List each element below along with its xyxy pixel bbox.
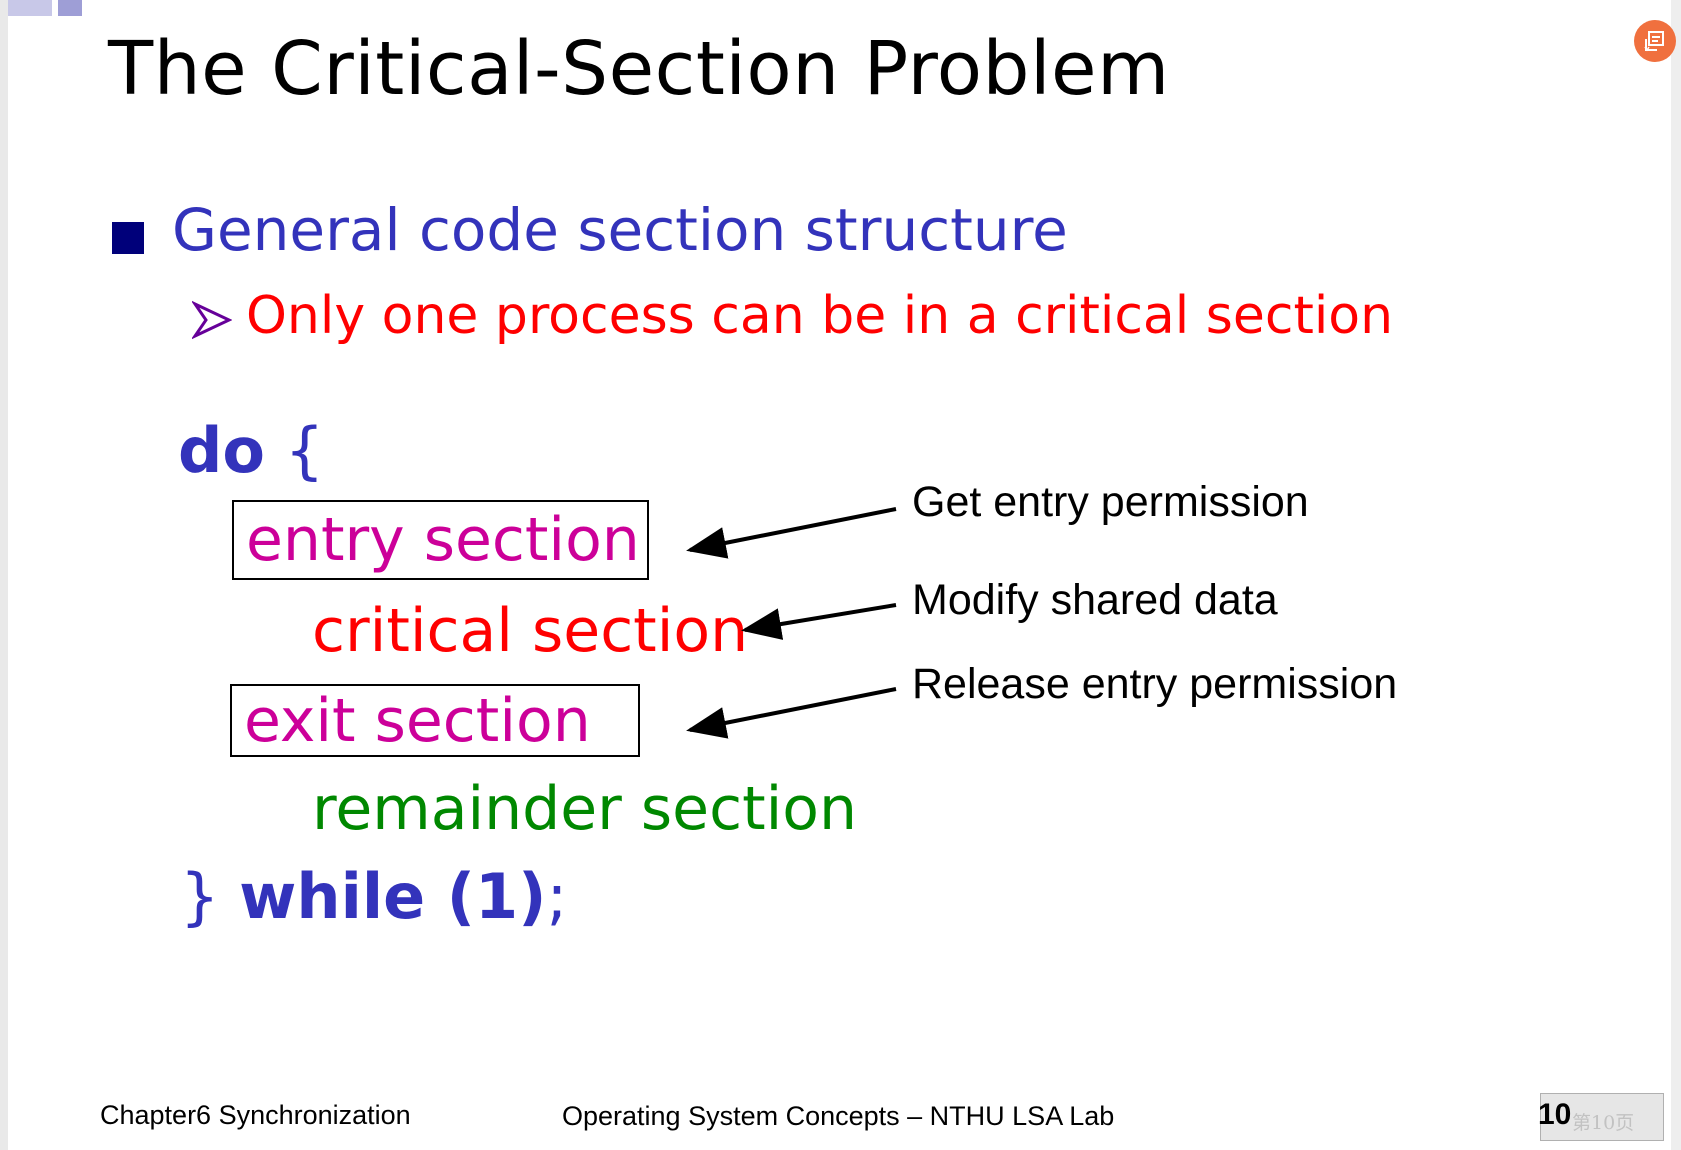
- footer-course: Operating System Concepts – NTHU LSA Lab: [562, 1101, 1115, 1131]
- note-edit-button[interactable]: [1634, 20, 1676, 62]
- page-indicator-label: 第10页: [1572, 1112, 1635, 1134]
- annotation-entry: Get entry permission: [912, 478, 1309, 526]
- entry-arrow: [686, 507, 897, 559]
- slide-number: 10: [1538, 1098, 1572, 1131]
- footer-chapter: Chapter6 Synchronization: [100, 1100, 411, 1130]
- note-edit-icon: [1644, 31, 1664, 52]
- critical-arrow: [741, 603, 897, 640]
- exit-arrow: [686, 687, 897, 739]
- annotation-arrows: [686, 507, 897, 739]
- annotation-exit: Release entry permission: [912, 660, 1398, 708]
- annotation-critical: Modify shared data: [912, 576, 1278, 624]
